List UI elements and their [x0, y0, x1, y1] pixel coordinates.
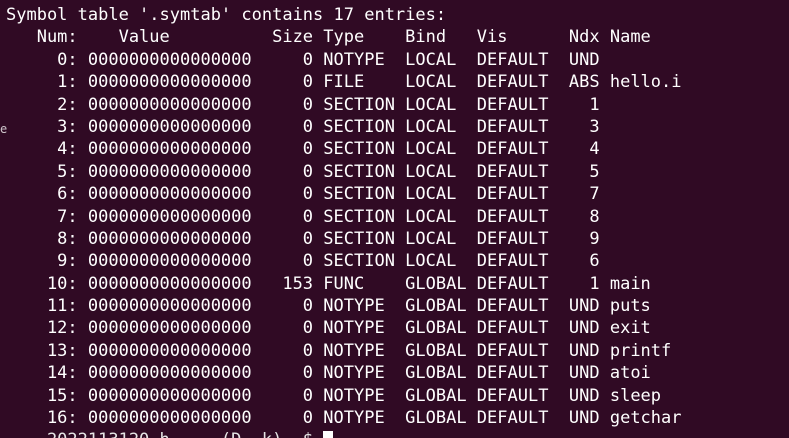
symbol-row: 10: 0000000000000000 153 FUNC GLOBAL DEF…	[6, 273, 651, 294]
prompt-text: 2022113120 h (D k) $	[6, 430, 323, 438]
symbol-row: 5: 0000000000000000 0 SECTION LOCAL DEFA…	[6, 161, 600, 182]
symbol-row: 0: 0000000000000000 0 NOTYPE LOCAL DEFAU…	[6, 49, 600, 70]
symbol-row: 11: 0000000000000000 0 NOTYPE GLOBAL DEF…	[6, 296, 651, 317]
symbol-row: 12: 0000000000000000 0 NOTYPE GLOBAL DEF…	[6, 318, 651, 339]
gutter-mark: e	[0, 122, 8, 136]
shell-prompt[interactable]: 2022113120 h (D k) $	[6, 429, 334, 438]
symbol-row: 16: 0000000000000000 0 NOTYPE GLOBAL DEF…	[6, 408, 682, 429]
symbol-row: 6: 0000000000000000 0 SECTION LOCAL DEFA…	[6, 184, 600, 205]
symbol-row: 4: 0000000000000000 0 SECTION LOCAL DEFA…	[6, 139, 600, 160]
symtab-header: Symbol table '.symtab' contains 17 entri…	[6, 5, 447, 25]
symbol-row: 13: 0000000000000000 0 NOTYPE GLOBAL DEF…	[6, 340, 672, 361]
symbol-row: 3: 0000000000000000 0 SECTION LOCAL DEFA…	[6, 116, 600, 137]
terminal-window[interactable]: Symbol table '.symtab' contains 17 entri…	[0, 0, 789, 438]
symbol-row: 15: 0000000000000000 0 NOTYPE GLOBAL DEF…	[6, 385, 662, 406]
symbol-row: 9: 0000000000000000 0 SECTION LOCAL DEFA…	[6, 251, 600, 272]
symbol-row: 2: 0000000000000000 0 SECTION LOCAL DEFA…	[6, 94, 600, 115]
symbol-row: 8: 0000000000000000 0 SECTION LOCAL DEFA…	[6, 228, 600, 249]
symbol-row: 7: 0000000000000000 0 SECTION LOCAL DEFA…	[6, 206, 600, 227]
column-headers: Num: Value Size Type Bind Vis Ndx Name	[6, 27, 651, 48]
symbol-row: 14: 0000000000000000 0 NOTYPE GLOBAL DEF…	[6, 363, 651, 384]
cursor-block	[323, 431, 334, 438]
symbol-row: 1: 0000000000000000 0 FILE LOCAL DEFAULT…	[6, 72, 682, 93]
